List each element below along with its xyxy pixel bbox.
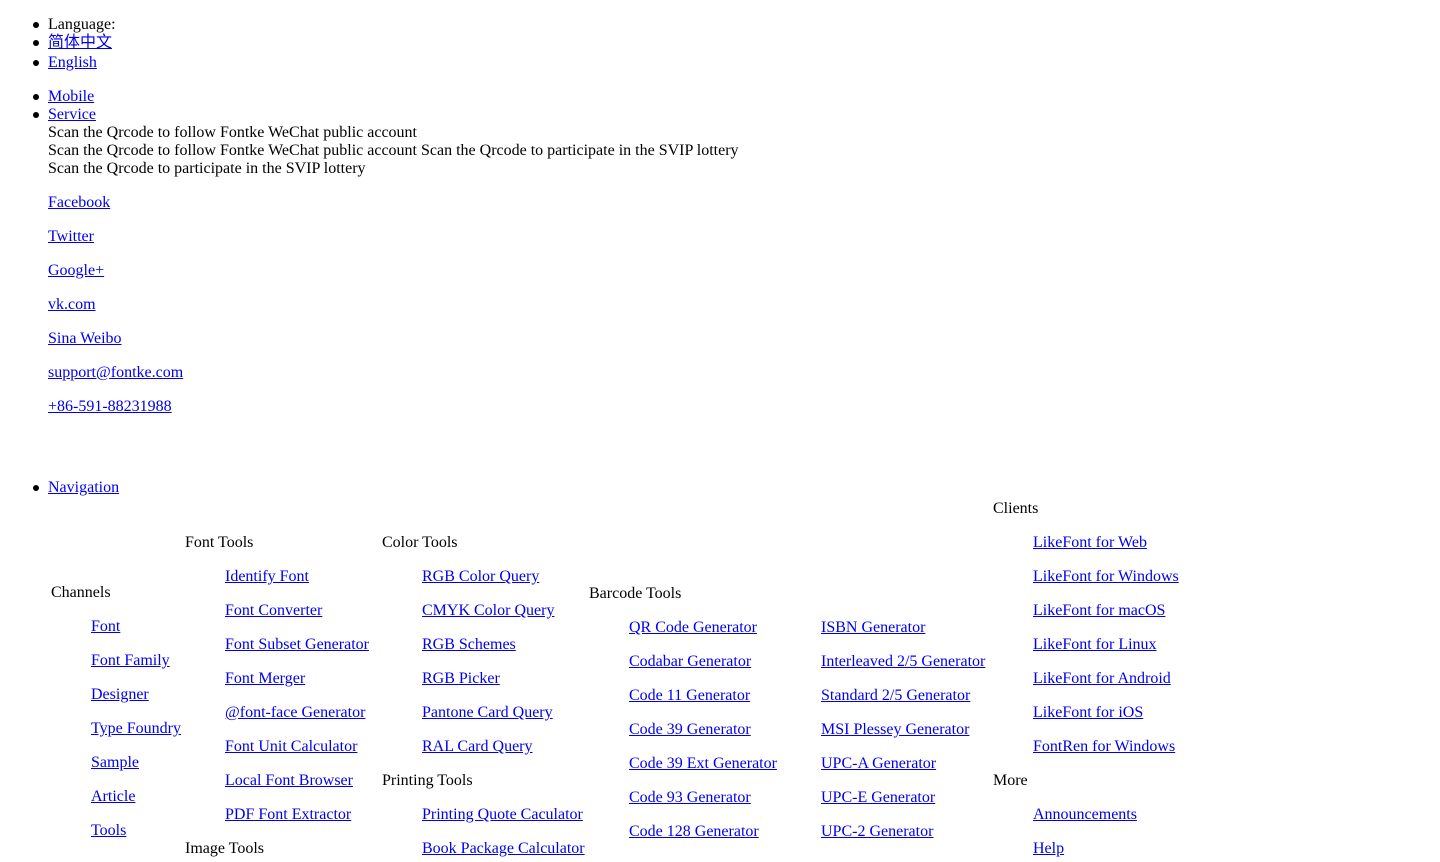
cmyk-color-query-link[interactable]: CMYK Color Query bbox=[422, 602, 554, 620]
upc-2-generator-link[interactable]: UPC-2 Generator bbox=[821, 823, 933, 841]
qr-svip-image: Scan the Qrcode to participate in the SV… bbox=[421, 142, 739, 160]
list-bullet bbox=[33, 485, 39, 491]
barcode-tools-title: Barcode Tools bbox=[589, 585, 682, 602]
channel-font-family-link[interactable]: Font Family bbox=[91, 652, 170, 670]
book-package-link[interactable]: Book Package Calculator bbox=[422, 840, 585, 858]
service-link[interactable]: Service bbox=[48, 106, 96, 124]
printing-quote-link[interactable]: Printing Quote Caculator bbox=[422, 806, 583, 824]
msi-plessey-generator-link[interactable]: MSI Plessey Generator bbox=[821, 721, 969, 739]
likefont-linux-link[interactable]: LikeFont for Linux bbox=[1033, 636, 1157, 654]
font-tools-title: Font Tools bbox=[185, 534, 254, 551]
codabar-generator-link[interactable]: Codabar Generator bbox=[629, 653, 751, 671]
qr-wechat-image: Scan the Qrcode to follow Fontke WeChat … bbox=[48, 124, 417, 142]
channels-title: Channels bbox=[51, 584, 111, 601]
mobile-link[interactable]: Mobile bbox=[48, 88, 94, 106]
list-bullet bbox=[33, 94, 39, 100]
language-link-zh[interactable]: 简体中文 bbox=[48, 34, 112, 52]
font-merger-link[interactable]: Font Merger bbox=[225, 670, 305, 688]
qr-wechat-caption: Scan the Qrcode to follow Fontke WeChat … bbox=[48, 142, 417, 159]
local-font-browser-link[interactable]: Local Font Browser bbox=[225, 772, 353, 790]
upc-e-generator-link[interactable]: UPC-E Generator bbox=[821, 789, 935, 807]
facebook-link[interactable]: Facebook bbox=[48, 194, 110, 212]
likefont-windows-link[interactable]: LikeFont for Windows bbox=[1033, 568, 1179, 586]
channel-tools-link[interactable]: Tools bbox=[91, 822, 126, 840]
list-bullet bbox=[33, 22, 39, 28]
rgb-picker-link[interactable]: RGB Picker bbox=[422, 670, 500, 688]
likefont-web-link[interactable]: LikeFont for Web bbox=[1033, 534, 1147, 552]
list-bullet bbox=[33, 112, 39, 118]
standard-25-generator-link[interactable]: Standard 2/5 Generator bbox=[821, 687, 970, 705]
code93-generator-link[interactable]: Code 93 Generator bbox=[629, 789, 751, 807]
rgb-color-query-link[interactable]: RGB Color Query bbox=[422, 568, 539, 586]
qr-code-generator-link[interactable]: QR Code Generator bbox=[629, 619, 757, 637]
code128-generator-link[interactable]: Code 128 Generator bbox=[629, 823, 759, 841]
googleplus-link[interactable]: Google+ bbox=[48, 262, 104, 280]
help-link[interactable]: Help bbox=[1033, 840, 1064, 858]
code39-ext-generator-link[interactable]: Code 39 Ext Generator bbox=[629, 755, 777, 773]
printing-tools-title: Printing Tools bbox=[382, 772, 473, 789]
color-tools-title: Color Tools bbox=[382, 534, 458, 551]
fontren-windows-link[interactable]: FontRen for Windows bbox=[1033, 738, 1175, 756]
channel-font-link[interactable]: Font bbox=[91, 618, 120, 636]
channel-type-foundry-link[interactable]: Type Foundry bbox=[91, 720, 181, 738]
channel-article-link[interactable]: Article bbox=[91, 788, 135, 806]
more-title: More bbox=[993, 772, 1028, 789]
phone-link[interactable]: +86-591-88231988 bbox=[48, 398, 172, 416]
font-unit-calculator-link[interactable]: Font Unit Calculator bbox=[225, 738, 357, 756]
likefont-macos-link[interactable]: LikeFont for macOS bbox=[1033, 602, 1165, 620]
likefont-ios-link[interactable]: LikeFont for iOS bbox=[1033, 704, 1143, 722]
weibo-link[interactable]: Sina Weibo bbox=[48, 330, 122, 348]
ral-card-query-link[interactable]: RAL Card Query bbox=[422, 738, 533, 756]
rgb-schemes-link[interactable]: RGB Schemes bbox=[422, 636, 516, 654]
font-face-generator-link[interactable]: @font-face Generator bbox=[225, 704, 365, 722]
pantone-card-query-link[interactable]: Pantone Card Query bbox=[422, 704, 553, 722]
email-link[interactable]: support@fontke.com bbox=[48, 364, 183, 382]
qr-svip-alt: Scan the Qrcode to participate in the SV… bbox=[421, 142, 739, 159]
code11-generator-link[interactable]: Code 11 Generator bbox=[629, 687, 750, 705]
qr-svip-caption: Scan the Qrcode to participate in the SV… bbox=[48, 160, 366, 177]
list-bullet bbox=[33, 40, 39, 46]
code39-generator-link[interactable]: Code 39 Generator bbox=[629, 721, 751, 739]
font-subset-generator-link[interactable]: Font Subset Generator bbox=[225, 636, 369, 654]
language-label: Language: bbox=[48, 16, 116, 33]
list-bullet bbox=[33, 60, 39, 66]
channel-designer-link[interactable]: Designer bbox=[91, 686, 149, 704]
clients-title: Clients bbox=[993, 500, 1039, 517]
isbn-generator-link[interactable]: ISBN Generator bbox=[821, 619, 925, 637]
pdf-font-extractor-link[interactable]: PDF Font Extractor bbox=[225, 806, 351, 824]
navigation-link[interactable]: Navigation bbox=[48, 479, 119, 497]
upc-a-generator-link[interactable]: UPC-A Generator bbox=[821, 755, 936, 773]
vk-link[interactable]: vk.com bbox=[48, 296, 96, 314]
font-converter-link[interactable]: Font Converter bbox=[225, 602, 322, 620]
channel-sample-link[interactable]: Sample bbox=[91, 754, 139, 772]
interleaved-25-generator-link[interactable]: Interleaved 2/5 Generator bbox=[821, 653, 985, 671]
twitter-link[interactable]: Twitter bbox=[48, 228, 94, 246]
likefont-android-link[interactable]: LikeFont for Android bbox=[1033, 670, 1171, 688]
language-link-en[interactable]: English bbox=[48, 54, 97, 72]
qr-wechat-alt: Scan the Qrcode to follow Fontke WeChat … bbox=[48, 124, 417, 141]
image-tools-title: Image Tools bbox=[185, 840, 265, 857]
announcements-link[interactable]: Announcements bbox=[1033, 806, 1137, 824]
identify-font-link[interactable]: Identify Font bbox=[225, 568, 309, 586]
